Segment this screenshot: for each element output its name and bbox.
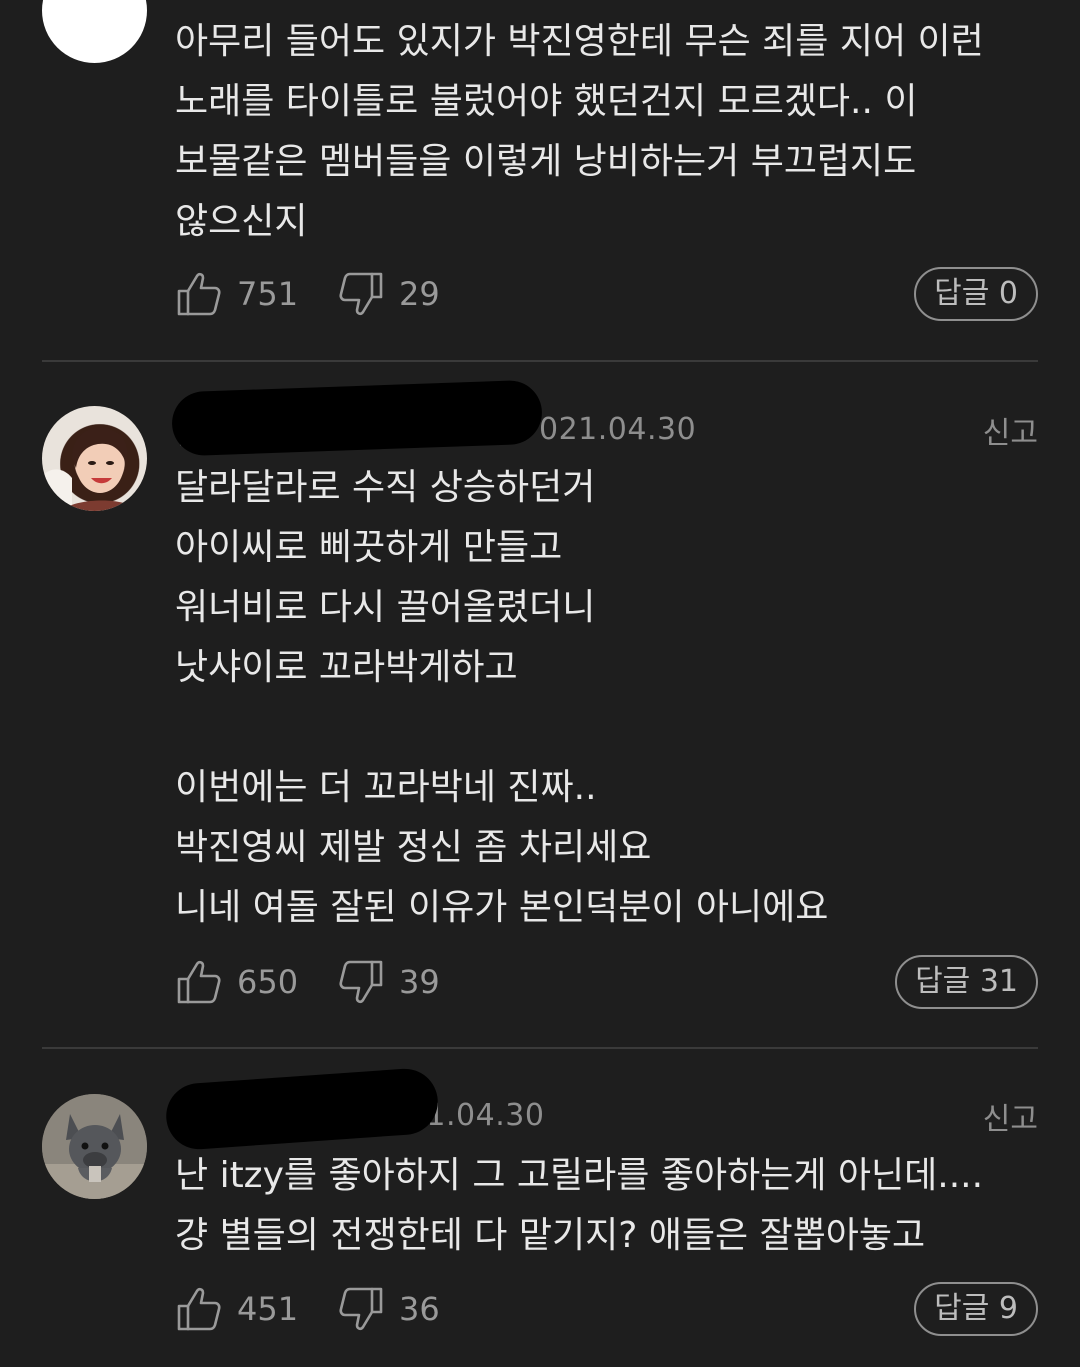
comment-date: 021.04.30: [539, 412, 697, 447]
avatar-dog: [42, 1094, 147, 1199]
thumbs-down-icon: [339, 272, 383, 316]
comment-body: 아무리 들어도 있지가 박진영한테 무슨 죄를 지어 이런 노래를 타이틀로 불…: [175, 12, 1038, 252]
thumbs-down-icon: [339, 960, 383, 1004]
comment-line: 니네 여돌 잘된 이유가 본인덕분이 아니에요: [175, 887, 829, 928]
comment-line: 달라달라로 수직 상승하던거: [175, 467, 596, 508]
dislike-button[interactable]: 39: [337, 954, 440, 1010]
reply-button[interactable]: 답글 0: [914, 267, 1038, 321]
like-count: 451: [237, 1290, 299, 1328]
comment-line: 보물같은 멤버들을 이렇게 낭비하는거 부끄럽지도: [175, 141, 917, 182]
comment-line: 않으신지: [175, 201, 308, 242]
comment-line: 난 itzy를 좋아하지 그 고릴라를 좋아하는게 아닌데....: [175, 1155, 984, 1196]
like-button[interactable]: 650: [175, 954, 298, 1010]
dislike-count: 36: [399, 1290, 440, 1328]
redaction-mark: [170, 379, 544, 457]
comment-line: 낫샤이로 꼬라박게하고: [175, 647, 518, 688]
comment-body: 달라달라로 수직 상승하던거 아이씨로 삐끗하게 만들고 워너비로 다시 끌어올…: [175, 458, 1038, 938]
thumbs-up-icon: [177, 1287, 221, 1331]
comment-actions: 751 29 답글 0: [175, 266, 1038, 322]
thumbs-down-icon: [339, 1287, 383, 1331]
comment-line: 박진영씨 제발 정신 좀 차리세요: [175, 827, 652, 868]
like-button[interactable]: 751: [175, 266, 298, 322]
avatar[interactable]: [42, 406, 147, 511]
comment-line: [175, 698, 1038, 758]
dislike-button[interactable]: 29: [337, 266, 440, 322]
avatar[interactable]: [42, 1094, 147, 1199]
dislike-count: 29: [399, 275, 440, 313]
thumbs-up-icon: [177, 960, 221, 1004]
avatar-face: [42, 427, 138, 511]
comment-body: 난 itzy를 좋아하지 그 고릴라를 좋아하는게 아닌데.... 걍 별들의 …: [175, 1146, 1038, 1266]
dislike-count: 39: [399, 963, 440, 1001]
divider: [42, 1047, 1038, 1049]
like-count: 751: [237, 275, 299, 313]
comment-line: 워너비로 다시 끌어올렸더니: [175, 587, 596, 628]
comment-line: 아무리 들어도 있지가 박진영한테 무슨 죄를 지어 이런: [175, 21, 984, 62]
reply-button[interactable]: 답글 9: [914, 1282, 1038, 1336]
comment-line: 걍 별들의 전쟁한테 다 맡기지? 애들은 잘뽑아놓고: [175, 1215, 926, 1256]
divider: [42, 360, 1038, 362]
like-count: 650: [237, 963, 299, 1001]
comment-line: 이번에는 더 꼬라박네 진짜..: [175, 767, 597, 808]
comment-line: 노래를 타이틀로 불렀어야 했던건지 모르겠다.. 이: [175, 81, 918, 122]
comment-actions: 650 39 답글 31: [175, 954, 1038, 1010]
thumbs-up-icon: [177, 272, 221, 316]
comment-actions: 451 36 답글 9: [175, 1281, 1038, 1337]
avatar[interactable]: [42, 0, 147, 63]
like-button[interactable]: 451: [175, 1281, 298, 1337]
redaction-mark: [164, 1066, 440, 1152]
dislike-button[interactable]: 36: [337, 1281, 440, 1337]
report-button[interactable]: 신고: [983, 1094, 1038, 1138]
reply-button[interactable]: 답글 31: [895, 955, 1038, 1009]
comment-line: 아이씨로 삐끗하게 만들고: [175, 527, 563, 568]
report-button[interactable]: 신고: [983, 408, 1038, 452]
